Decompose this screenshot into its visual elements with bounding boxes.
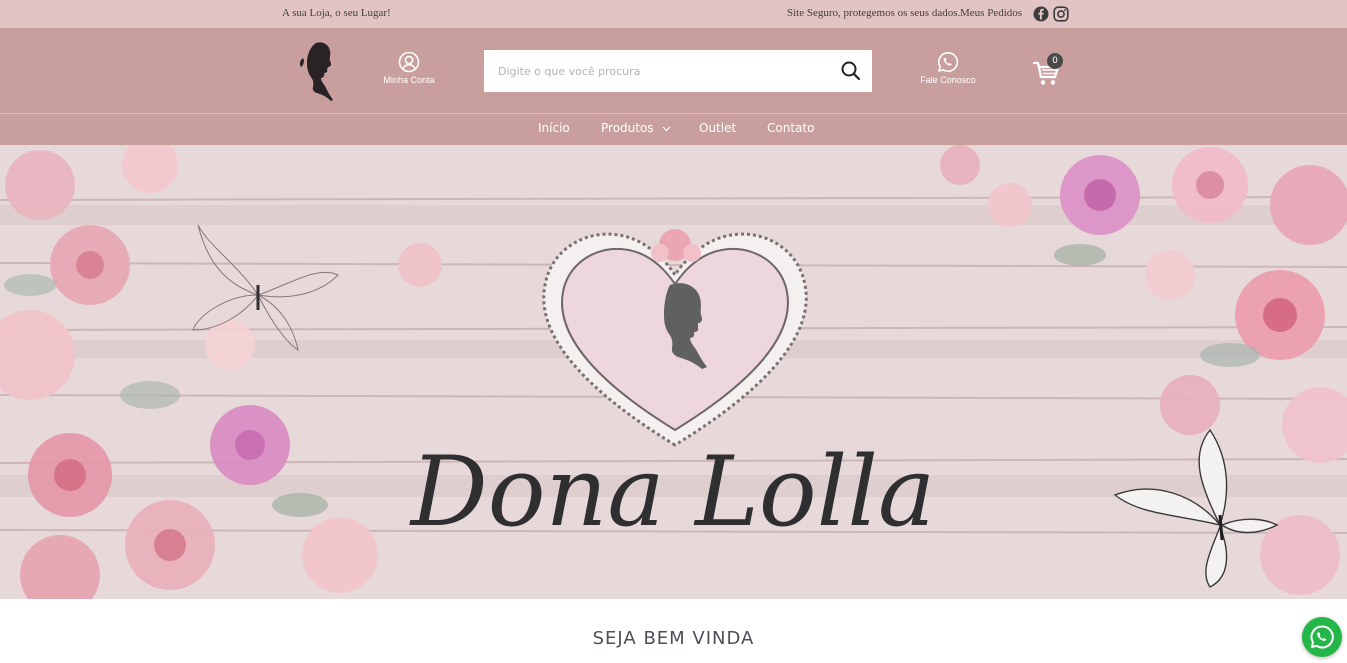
nav-item-contato[interactable]: Contato xyxy=(767,121,814,135)
brand-name: Dona Lolla xyxy=(409,436,936,548)
hero-banner[interactable]: Dona Lolla xyxy=(0,145,1347,599)
my-orders-link[interactable]: Meus Pedidos xyxy=(960,7,1022,19)
my-account-label: Minha Conta xyxy=(383,75,435,85)
welcome-heading: SEJA BEM VINDA xyxy=(592,628,755,649)
search-icon xyxy=(841,61,861,81)
store-logo[interactable] xyxy=(294,40,340,102)
search-input[interactable] xyxy=(484,50,824,92)
contact-us-label: Fale Conosco xyxy=(920,75,976,85)
store-tagline: A sua Loja, o seu Lugar! xyxy=(282,7,391,19)
main-navigation: Início Produtos Outlet Contato xyxy=(0,113,1347,145)
whatsapp-float-button[interactable] xyxy=(1302,617,1342,657)
facebook-icon[interactable] xyxy=(1033,6,1049,22)
top-bar: A sua Loja, o seu Lugar! Site Seguro, pr… xyxy=(0,0,1347,28)
search-box xyxy=(484,50,872,92)
whatsapp-icon xyxy=(938,51,959,72)
instagram-icon[interactable] xyxy=(1053,6,1069,22)
nav-item-produtos[interactable]: Produtos xyxy=(601,121,671,135)
user-circle-icon xyxy=(398,51,420,73)
contact-us-link[interactable]: Fale Conosco xyxy=(913,51,983,85)
hero-banner-art: Dona Lolla xyxy=(0,145,1347,599)
secure-site-notice: Site Seguro, protegemos os seus dados. xyxy=(787,7,961,19)
whatsapp-icon xyxy=(1310,625,1334,649)
nav-item-outlet[interactable]: Outlet xyxy=(699,121,736,135)
nav-item-produtos-label: Produtos xyxy=(601,121,654,135)
site-header: Minha Conta Fale Conosco 0 xyxy=(0,28,1347,113)
my-account-link[interactable]: Minha Conta xyxy=(374,51,444,85)
search-button[interactable] xyxy=(840,60,862,82)
cart-button[interactable]: 0 xyxy=(1032,53,1068,89)
nav-item-inicio[interactable]: Início xyxy=(538,121,570,135)
chevron-down-icon xyxy=(662,126,671,131)
cart-count-badge: 0 xyxy=(1047,53,1063,69)
